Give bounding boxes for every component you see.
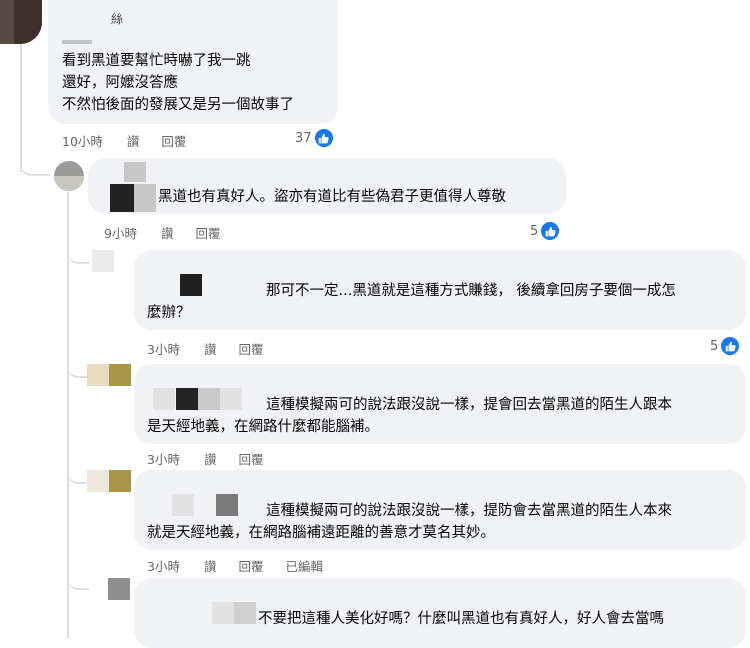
like-button[interactable]: 讚 bbox=[204, 342, 217, 357]
comment-text-line: 這種模擬兩可的說法跟沒說一樣，提防會去當黑道的陌生人本來 bbox=[266, 503, 672, 519]
comment-actions: 10小時 讚 回覆 bbox=[62, 131, 204, 150]
redacted-name bbox=[134, 184, 156, 212]
like-button[interactable]: 讚 bbox=[204, 559, 217, 574]
avatar[interactable] bbox=[108, 578, 130, 600]
reaction-count[interactable]: 5 bbox=[710, 337, 740, 355]
comment-text-line: 就是天經地義，在網路腦補遠距離的善意才莫名其妙。 bbox=[147, 525, 495, 541]
avatar[interactable] bbox=[92, 250, 114, 272]
comment-actions: 3小時 讚 回覆 已編輯 bbox=[147, 556, 341, 575]
like-icon bbox=[314, 129, 333, 147]
timestamp[interactable]: 10小時 bbox=[62, 134, 103, 149]
like-icon bbox=[721, 337, 740, 355]
like-button[interactable]: 讚 bbox=[204, 452, 217, 467]
timestamp[interactable]: 3小時 bbox=[147, 342, 180, 357]
thread-elbow-reply-4 bbox=[67, 460, 89, 484]
comment-actions: 3小時 讚 回覆 bbox=[147, 339, 281, 358]
timestamp[interactable]: 3小時 bbox=[147, 452, 180, 467]
commenter-name-fragment[interactable]: 絲 bbox=[111, 10, 123, 27]
reply-button[interactable]: 回覆 bbox=[195, 226, 220, 241]
thread-elbow-reply-2 bbox=[67, 240, 89, 264]
reaction-count[interactable]: 37 bbox=[295, 129, 333, 147]
comment-text-line: 是天經地義，在網路什麼都能腦補。 bbox=[147, 419, 379, 435]
comment-actions: 3小時 讚 回覆 bbox=[147, 449, 281, 468]
redacted-name bbox=[153, 388, 175, 410]
comment-text-line: 不要把這種人美化好嗎？什麼叫黑道也有真好人，好人會去當嗎 bbox=[258, 611, 664, 627]
redacted-name bbox=[198, 388, 220, 410]
reaction-count-value: 5 bbox=[530, 223, 539, 239]
thread-elbow-reply-3 bbox=[67, 354, 89, 378]
timestamp[interactable]: 9小時 bbox=[104, 226, 137, 241]
redacted-name bbox=[110, 184, 134, 212]
redacted-name bbox=[212, 602, 234, 624]
comment-text-line: 不然怕後面的發展又是另一個故事了 bbox=[62, 97, 294, 113]
redacted-name bbox=[172, 494, 194, 516]
reply-button[interactable]: 回覆 bbox=[238, 342, 263, 357]
cut-off-text-line bbox=[62, 40, 92, 44]
redacted-name bbox=[216, 494, 238, 516]
like-icon bbox=[541, 222, 560, 240]
avatar[interactable] bbox=[54, 161, 84, 191]
thread-elbow-reply-5 bbox=[67, 566, 89, 590]
redacted-name bbox=[124, 162, 146, 182]
reaction-count-value: 5 bbox=[710, 338, 719, 354]
comment-text-line: 這種模擬兩可的說法跟沒說一樣，提會回去當黑道的陌生人跟本 bbox=[266, 397, 672, 413]
like-button[interactable]: 讚 bbox=[127, 134, 140, 149]
avatar[interactable] bbox=[87, 470, 131, 492]
redacted-name bbox=[220, 388, 242, 410]
comment-actions: 9小時 讚 回覆 bbox=[104, 223, 238, 242]
edited-label[interactable]: 已編輯 bbox=[285, 559, 323, 574]
reply-button[interactable]: 回覆 bbox=[238, 559, 263, 574]
avatar[interactable] bbox=[87, 364, 131, 386]
timestamp[interactable]: 3小時 bbox=[147, 559, 180, 574]
redacted-name bbox=[234, 602, 256, 624]
reaction-count-value: 37 bbox=[295, 130, 312, 146]
avatar[interactable] bbox=[0, 0, 42, 44]
comment-text-line: 看到黑道要幫忙時嚇了我一跳 bbox=[62, 53, 251, 69]
thread-elbow-reply-1 bbox=[20, 150, 50, 176]
like-button[interactable]: 讚 bbox=[161, 226, 174, 241]
comment-text-line: 麼辦？ bbox=[147, 305, 191, 321]
comment-text-line: 那可不一定...黑道就是這種方式賺錢， 後續拿回房子要個一成怎 bbox=[266, 283, 676, 299]
comment-text-line: 黑道也有真好人。盜亦有道比有些偽君子更值得人尊敬 bbox=[158, 189, 506, 205]
redacted-name bbox=[180, 274, 202, 296]
reaction-count[interactable]: 5 bbox=[530, 222, 560, 240]
comment-text-line: 還好，阿嬤沒答應 bbox=[62, 75, 178, 91]
redacted-name bbox=[176, 388, 198, 410]
reply-button[interactable]: 回覆 bbox=[161, 134, 186, 149]
reply-button[interactable]: 回覆 bbox=[238, 452, 263, 467]
